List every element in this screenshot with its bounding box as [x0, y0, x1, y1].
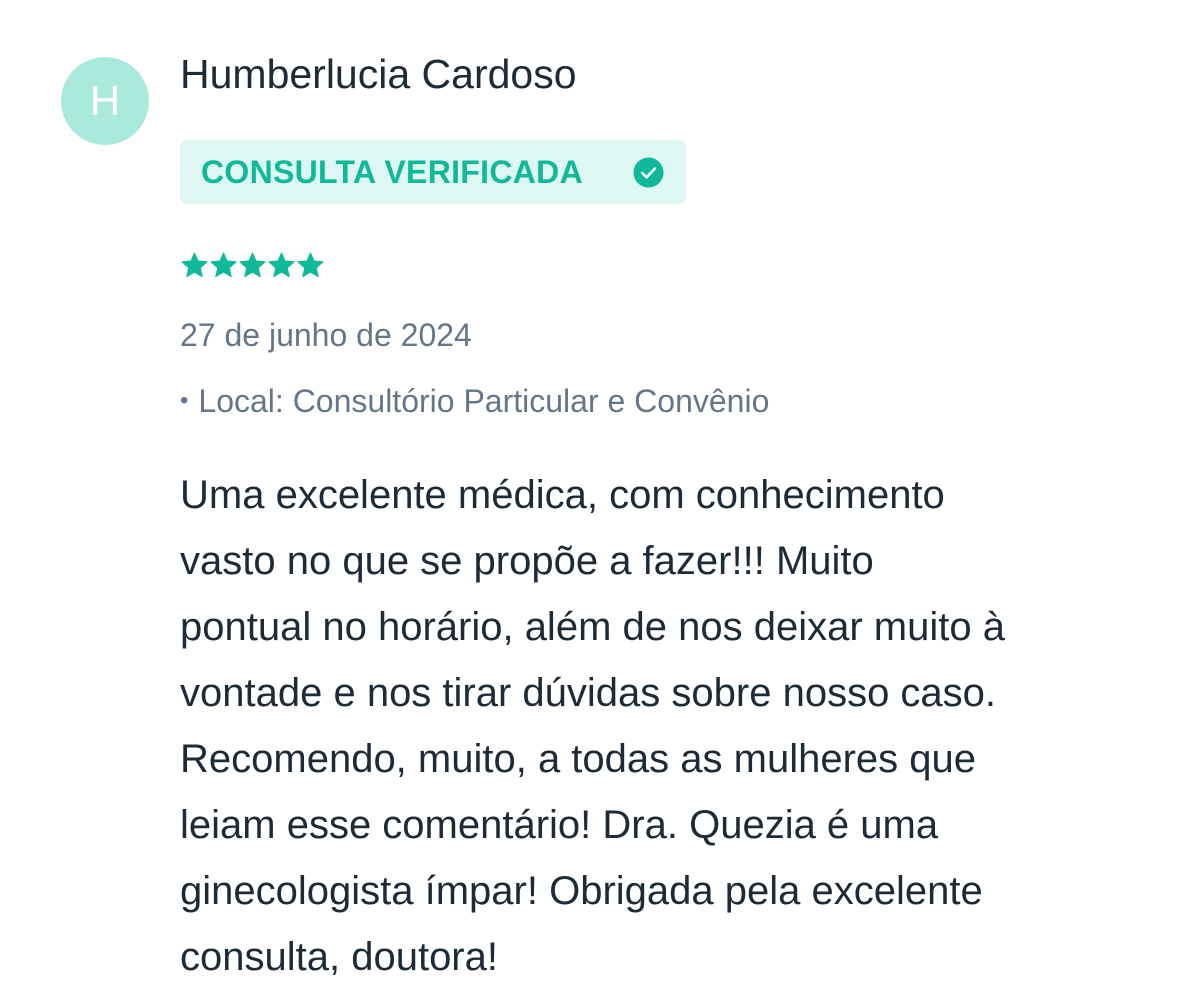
star-icon [181, 252, 208, 278]
review-text-line: consulta, doutora! [180, 935, 498, 979]
verified-badge-label: CONSULTA VERIFICADA [201, 153, 583, 190]
review-text-line: Uma excelente médica, com conhecimento [180, 473, 945, 517]
star-icon [239, 252, 266, 278]
avatar: H [61, 57, 149, 145]
avatar-initial: H [89, 77, 121, 124]
star-rating [180, 251, 325, 280]
review-date: 27 de junho de 2024 [180, 317, 472, 353]
star-icon [268, 252, 295, 278]
check-circle-icon [633, 156, 664, 188]
star-icon [210, 252, 237, 278]
review-text-line: vontade e nos tirar dúvidas sobre nosso … [180, 671, 997, 715]
location-label: Local: Consultório Particular e Convênio [198, 383, 770, 419]
review-location: • Local: Consultório Particular e Convên… [180, 381, 769, 421]
review-text-line: Recomendo, muito, a todas as mulheres qu… [180, 737, 976, 781]
review-text-line: vasto no que se propõe a fazer!!! Muito [180, 539, 874, 583]
author-name: Humberlucia Cardoso [180, 51, 577, 97]
star-icon [297, 252, 324, 278]
review-text-line: leiam esse comentário! Dra. Quezia é uma [180, 803, 939, 847]
review-text: Uma excelente médica, com conhecimento v… [180, 462, 1140, 990]
bullet: • [180, 387, 189, 414]
review-text-line: pontual no horário, além de nos deixar m… [180, 605, 1005, 649]
verified-badge: CONSULTA VERIFICADA [180, 140, 686, 204]
review-text-line: ginecologista ímpar! Obrigada pela excel… [180, 869, 983, 913]
